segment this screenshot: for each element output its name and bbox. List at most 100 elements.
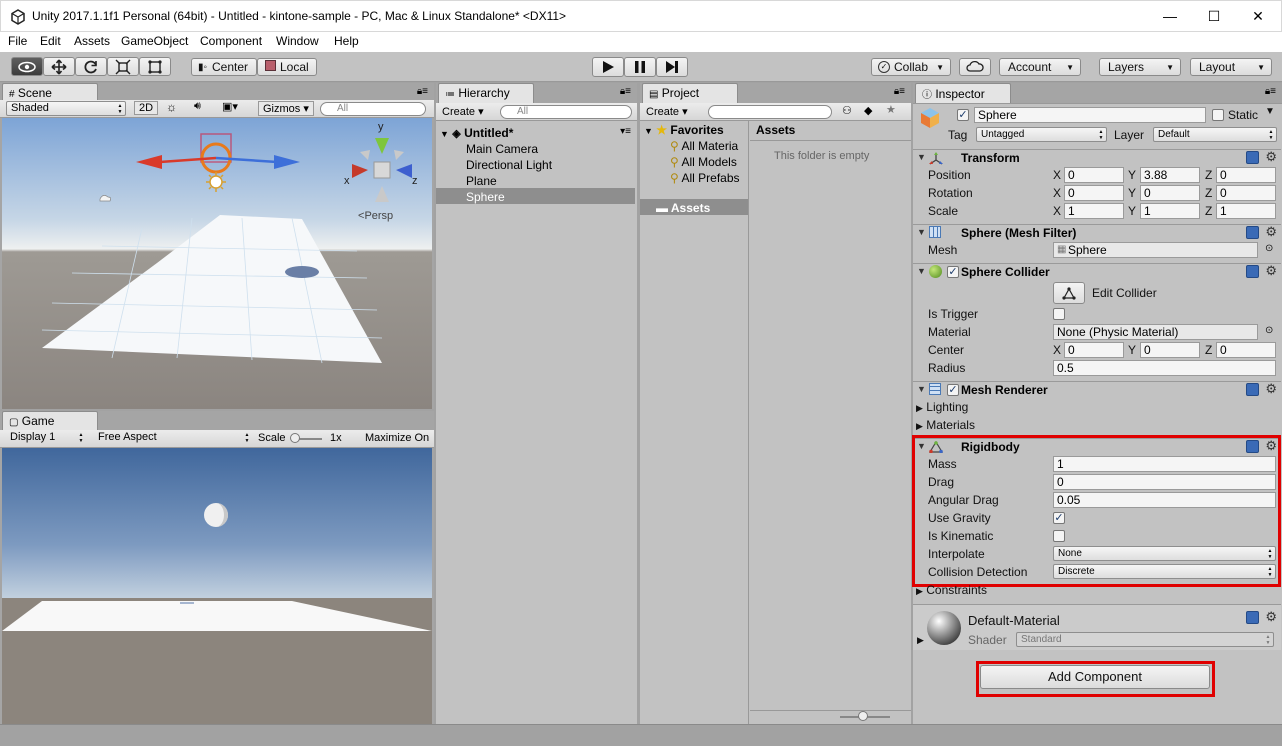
- favorites-star-icon[interactable]: ★: [886, 103, 896, 116]
- layout-dropdown[interactable]: Layout ▼: [1190, 58, 1272, 76]
- position-z-field[interactable]: 0: [1216, 167, 1276, 183]
- effects-toggle-icon[interactable]: ▣▾: [222, 100, 238, 113]
- radius-field[interactable]: 0.5: [1053, 360, 1276, 376]
- hand-tool-button[interactable]: [11, 57, 43, 76]
- object-name-field[interactable]: Sphere: [974, 107, 1206, 123]
- scale-x-field[interactable]: 1: [1064, 203, 1124, 219]
- panel-lock-icon[interactable]: 🔒︎≡: [417, 86, 428, 97]
- static-checkbox[interactable]: [1212, 109, 1224, 121]
- project-lock-icon[interactable]: 🔒︎≡: [894, 86, 905, 97]
- edit-collider-button[interactable]: [1053, 282, 1085, 304]
- menu-file[interactable]: File: [8, 34, 27, 48]
- materials-foldout[interactable]: ▶ Materials: [916, 418, 975, 432]
- gear-icon[interactable]: ⚙: [1265, 381, 1277, 397]
- hierarchy-item-sphere[interactable]: Sphere: [466, 190, 505, 204]
- tab-game[interactable]: ▢ Game: [2, 411, 98, 431]
- object-picker-icon[interactable]: ⊙: [1265, 243, 1273, 254]
- scale-y-field[interactable]: 1: [1140, 203, 1200, 219]
- search-by-label-icon[interactable]: ◆: [864, 104, 872, 117]
- aspect-dropdown[interactable]: Free Aspect: [94, 431, 252, 446]
- maximize-on-play-toggle[interactable]: Maximize On: [365, 432, 429, 444]
- shading-mode-dropdown[interactable]: Shaded: [6, 101, 126, 116]
- sphere-collider-header[interactable]: ▼ ✓ Sphere Collider ⚙: [913, 263, 1281, 281]
- help-book-icon[interactable]: [1246, 383, 1259, 396]
- help-book-icon[interactable]: [1246, 226, 1259, 239]
- gear-icon[interactable]: ⚙: [1265, 609, 1277, 625]
- gear-icon[interactable]: ⚙: [1265, 224, 1277, 240]
- display-dropdown[interactable]: Display 1: [6, 431, 86, 446]
- assets-folder-row[interactable]: ▬ Assets: [656, 201, 710, 215]
- mesh-field[interactable]: ▦ Sphere: [1053, 242, 1258, 258]
- favorite-all-materials[interactable]: ⚲ All Materia: [670, 139, 738, 153]
- tab-inspector[interactable]: ⓘ Inspector: [915, 83, 1011, 103]
- position-x-field[interactable]: 0: [1064, 167, 1124, 183]
- is-trigger-checkbox[interactable]: [1053, 308, 1065, 320]
- scale-tool-button[interactable]: [107, 57, 139, 76]
- collider-material-field[interactable]: None (Physic Material): [1053, 324, 1258, 340]
- lighting-foldout[interactable]: ▶ Lighting: [916, 400, 968, 414]
- menu-gameobject[interactable]: GameObject: [121, 34, 188, 48]
- help-book-icon[interactable]: [1246, 151, 1259, 164]
- icon-size-slider-handle[interactable]: [858, 711, 868, 721]
- menu-help[interactable]: Help: [334, 34, 359, 48]
- persp-label[interactable]: <Persp: [358, 210, 393, 222]
- lighting-toggle-icon[interactable]: ☼: [166, 100, 177, 114]
- hierarchy-search-input[interactable]: All: [500, 105, 632, 119]
- maximize-button[interactable]: ☐: [1191, 1, 1237, 32]
- scene-search-input[interactable]: All: [320, 102, 426, 116]
- hierarchy-lock-icon[interactable]: 🔒︎≡: [620, 86, 631, 97]
- hierarchy-item-plane[interactable]: Plane: [466, 174, 497, 188]
- project-search-input[interactable]: [708, 105, 832, 119]
- rotation-z-field[interactable]: 0: [1216, 185, 1276, 201]
- hierarchy-create-dropdown[interactable]: Create ▾: [442, 105, 484, 118]
- transform-header[interactable]: ▼ Transform ⚙: [913, 149, 1281, 167]
- favorites-row[interactable]: ▼ ★ Favorites: [644, 123, 724, 137]
- tab-hierarchy[interactable]: ≔ Hierarchy: [438, 83, 534, 103]
- center-z-field[interactable]: 0: [1216, 342, 1276, 358]
- favorite-all-models[interactable]: ⚲ All Models: [670, 155, 737, 169]
- layer-dropdown[interactable]: Default: [1153, 127, 1277, 142]
- account-dropdown[interactable]: Account ▼: [999, 58, 1081, 76]
- center-y-field[interactable]: 0: [1140, 342, 1200, 358]
- scene-menu-icon[interactable]: ▾≡: [620, 126, 631, 137]
- game-viewport[interactable]: [2, 448, 432, 724]
- 2d-toggle[interactable]: 2D: [134, 101, 159, 115]
- tag-dropdown[interactable]: Untagged: [976, 127, 1107, 142]
- inspector-lock-icon[interactable]: 🔒︎≡: [1265, 86, 1276, 97]
- help-book-icon[interactable]: [1246, 611, 1259, 624]
- menu-window[interactable]: Window: [276, 34, 319, 48]
- object-picker-icon[interactable]: ⊙: [1265, 325, 1273, 336]
- tab-project[interactable]: ▤ Project: [642, 83, 738, 103]
- mesh-filter-header[interactable]: ▼ Sphere (Mesh Filter) ⚙: [913, 224, 1281, 242]
- active-checkbox[interactable]: ✓: [957, 109, 969, 121]
- project-create-dropdown[interactable]: Create ▾: [646, 105, 688, 118]
- collab-button[interactable]: ✓ Collab ▼: [871, 58, 951, 76]
- rect-tool-button[interactable]: [139, 57, 171, 76]
- hierarchy-item-directional-light[interactable]: Directional Light: [466, 158, 552, 172]
- audio-toggle-icon[interactable]: 🔊︎: [194, 100, 201, 113]
- play-button[interactable]: [592, 57, 624, 77]
- scene-root-row[interactable]: ▼ ◈ Untitled*: [440, 126, 513, 140]
- rotation-y-field[interactable]: 0: [1140, 185, 1200, 201]
- sphere-collider-enabled-checkbox[interactable]: ✓: [947, 266, 959, 278]
- layers-dropdown[interactable]: Layers ▼: [1099, 58, 1181, 76]
- material-expand-icon[interactable]: ▶: [917, 635, 924, 646]
- gear-icon[interactable]: ⚙: [1265, 263, 1277, 279]
- menu-component[interactable]: Component: [200, 34, 262, 48]
- center-x-field[interactable]: 0: [1064, 342, 1124, 358]
- cloud-button[interactable]: [959, 58, 991, 76]
- rotate-tool-button[interactable]: [75, 57, 107, 76]
- mesh-renderer-enabled-checkbox[interactable]: ✓: [947, 384, 959, 396]
- minimize-button[interactable]: —: [1147, 1, 1193, 32]
- favorite-all-prefabs[interactable]: ⚲ All Prefabs: [670, 171, 740, 185]
- search-by-type-icon[interactable]: ⚇: [842, 104, 852, 117]
- pause-button[interactable]: [624, 57, 656, 77]
- mesh-renderer-header[interactable]: ▼ ✓ Mesh Renderer ⚙: [913, 381, 1281, 399]
- gizmos-dropdown[interactable]: Gizmos ▾: [258, 101, 314, 116]
- scale-z-field[interactable]: 1: [1216, 203, 1276, 219]
- rotation-x-field[interactable]: 0: [1064, 185, 1124, 201]
- scene-viewport[interactable]: y x z <Persp: [2, 118, 432, 409]
- constraints-foldout[interactable]: ▶ Constraints: [916, 583, 987, 597]
- scale-slider-handle[interactable]: [290, 433, 300, 443]
- step-button[interactable]: [656, 57, 688, 77]
